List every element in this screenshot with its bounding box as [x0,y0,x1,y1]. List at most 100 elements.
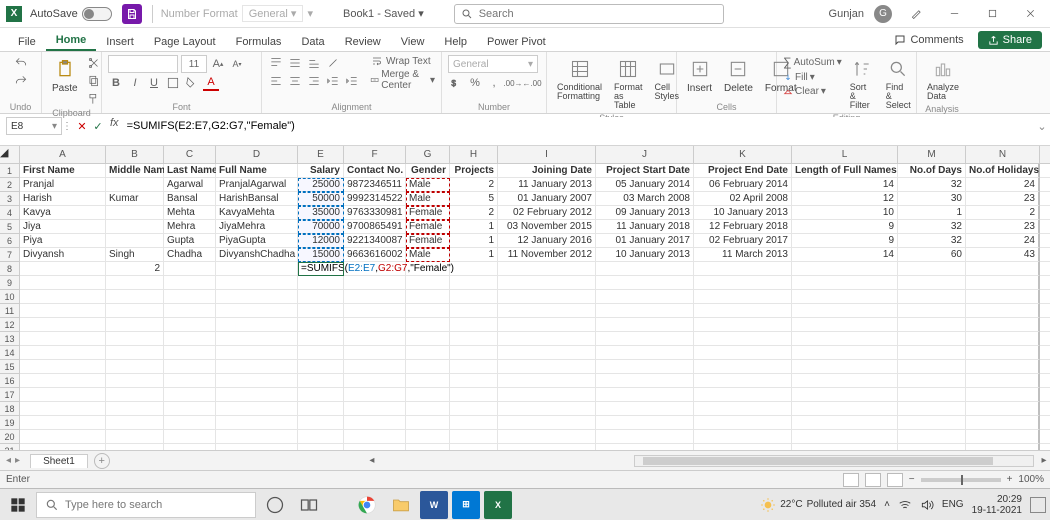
comma-button[interactable]: , [486,75,502,91]
cell[interactable]: PiyaGupta [216,234,298,248]
cell[interactable] [20,318,106,332]
cell[interactable] [106,290,164,304]
cancel-formula-button[interactable]: ✕ [74,117,90,135]
cell[interactable] [20,402,106,416]
sheet-nav-prev[interactable]: ◂ [6,455,11,466]
cell[interactable]: 05 January 2014 [596,178,694,192]
cell[interactable]: Kavya [20,206,106,220]
cell[interactable] [792,318,898,332]
cell[interactable] [216,346,298,360]
autosave-toggle[interactable] [82,7,112,21]
cell[interactable]: 11 March 2013 [694,248,792,262]
cell[interactable]: 25000 [298,178,344,192]
minimize-button[interactable] [940,4,968,24]
scroll-left-button[interactable]: ◂ [366,455,378,466]
cell[interactable] [344,346,406,360]
row-header[interactable]: 15 [0,360,20,374]
row-header[interactable]: 8 [0,262,20,276]
decrease-font-button[interactable]: A▾ [229,56,245,72]
cell[interactable] [20,276,106,290]
header-cell[interactable]: No.of Days [898,164,966,178]
cell[interactable] [106,332,164,346]
header-cell[interactable]: Project End Date [694,164,792,178]
tab-insert[interactable]: Insert [96,33,144,51]
cell[interactable] [298,276,344,290]
cell[interactable] [406,444,450,450]
zoom-out-button[interactable]: − [909,474,915,485]
cell[interactable] [406,416,450,430]
cell[interactable] [1040,430,1050,444]
cell[interactable] [106,402,164,416]
font-color-button[interactable]: A [203,75,219,91]
cell[interactable] [164,430,216,444]
cell[interactable]: Chadha [164,248,216,262]
decrease-indent-button[interactable] [325,73,341,89]
cell[interactable] [1040,360,1050,374]
cell[interactable] [498,444,596,450]
cell[interactable] [344,332,406,346]
cell[interactable] [20,430,106,444]
cell[interactable] [966,318,1040,332]
start-button[interactable] [4,491,32,519]
cell[interactable] [20,360,106,374]
header-cell[interactable]: No.of Holidays [966,164,1040,178]
cell[interactable] [216,262,298,276]
cell[interactable] [498,374,596,388]
cell[interactable]: 01 January 2017 [596,234,694,248]
cell[interactable]: 9992314522 [344,192,406,206]
cell[interactable] [450,318,498,332]
page-layout-view-button[interactable] [865,473,881,487]
cell[interactable] [694,290,792,304]
cell[interactable]: JiyaMehra [216,220,298,234]
cell[interactable]: 14 [792,178,898,192]
notifications-icon[interactable] [1030,497,1046,513]
column-header[interactable]: J [596,146,694,164]
autosum-button[interactable]: ∑ AutoSum ▾ [783,55,842,69]
cell[interactable]: Female [406,206,450,220]
increase-font-button[interactable]: A▴ [210,56,226,72]
cell[interactable] [1040,444,1050,450]
cell[interactable] [1040,192,1050,206]
maximize-button[interactable] [978,4,1006,24]
row-header[interactable]: 4 [0,206,20,220]
cell[interactable]: Bansal [164,192,216,206]
cell[interactable] [596,262,694,276]
cell[interactable] [164,388,216,402]
cell[interactable] [792,360,898,374]
format-painter-button[interactable] [86,91,102,107]
cell[interactable] [20,444,106,450]
cell[interactable] [344,374,406,388]
cell[interactable] [298,402,344,416]
cell[interactable]: 10 January 2013 [596,248,694,262]
cell[interactable] [216,374,298,388]
row-header[interactable]: 5 [0,220,20,234]
number-format-select[interactable]: General▾ [448,55,538,73]
cell[interactable] [694,318,792,332]
cell[interactable] [406,402,450,416]
cell[interactable] [596,388,694,402]
cell[interactable] [164,346,216,360]
row-header[interactable]: 21 [0,444,20,450]
cell[interactable] [1040,178,1050,192]
cell[interactable] [164,444,216,450]
cell[interactable] [1040,262,1050,276]
zoom-level[interactable]: 100% [1018,474,1044,485]
cell[interactable] [966,290,1040,304]
normal-view-button[interactable] [843,473,859,487]
cell[interactable] [498,332,596,346]
align-middle-button[interactable] [287,55,303,71]
cell[interactable] [106,360,164,374]
column-header[interactable]: D [216,146,298,164]
row-header[interactable]: 7 [0,248,20,262]
cell[interactable] [966,416,1040,430]
cell[interactable] [694,416,792,430]
cell[interactable]: 9700865491 [344,220,406,234]
tab-data[interactable]: Data [291,33,334,51]
cell[interactable] [406,346,450,360]
border-button[interactable] [165,75,181,91]
cut-button[interactable] [86,55,102,71]
weather-widget[interactable]: 22°C Polluted air 354 [760,497,876,513]
cell[interactable]: 11 January 2013 [498,178,596,192]
row-header[interactable]: 9 [0,276,20,290]
align-top-button[interactable] [268,55,284,71]
